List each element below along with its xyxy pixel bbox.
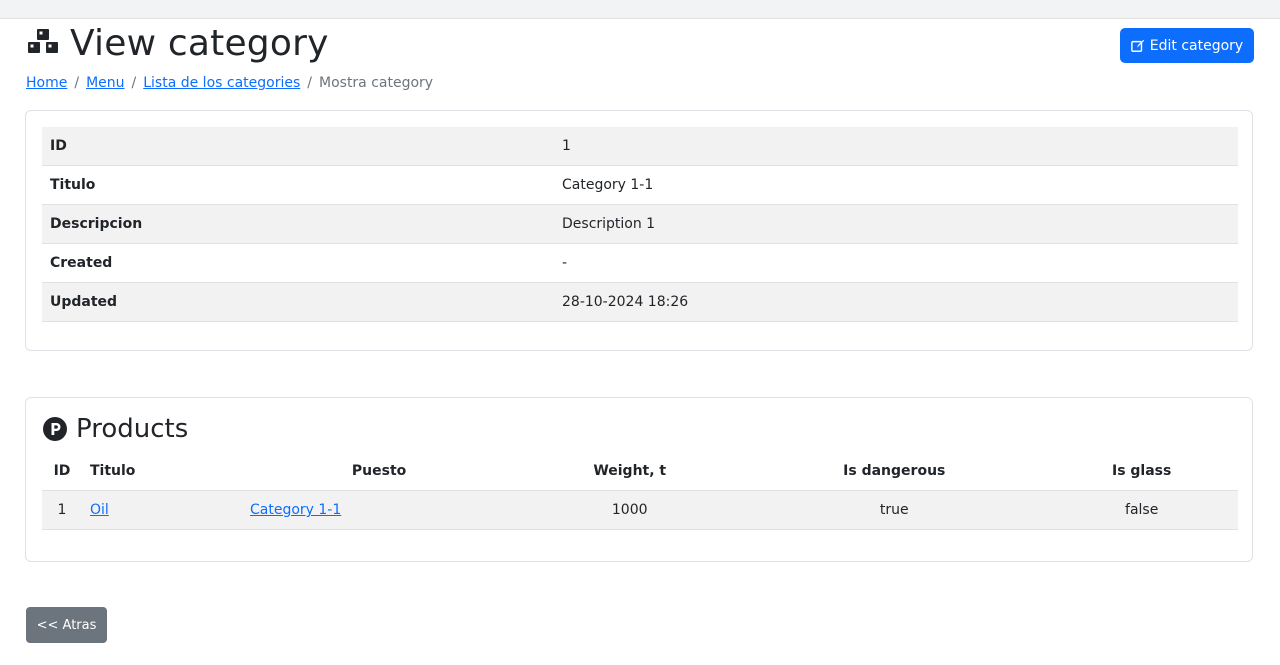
- col-header-title: Titulo: [82, 452, 242, 491]
- detail-row: Descripcion Description 1: [42, 204, 1238, 244]
- breadcrumb-separator: /: [131, 75, 137, 91]
- product-p-icon: [43, 417, 67, 441]
- detail-value: -: [554, 243, 1238, 283]
- breadcrumb-separator: /: [307, 75, 312, 91]
- table-row: 1 Oil Category 1-1 1000 true false: [42, 490, 1238, 530]
- detail-value: Description 1: [554, 204, 1238, 244]
- product-id: 1: [42, 490, 82, 530]
- breadcrumb: Home / Menu / Lista de los categories / …: [26, 75, 433, 91]
- detail-row: ID 1: [42, 127, 1238, 166]
- detail-label: Descripcion: [42, 204, 554, 244]
- back-button[interactable]: << Atras: [26, 607, 107, 643]
- product-category-link[interactable]: Category 1-1: [250, 502, 341, 518]
- breadcrumb-menu[interactable]: Menu: [86, 75, 124, 91]
- detail-value: Category 1-1: [554, 165, 1238, 205]
- detail-value: 1: [554, 127, 1238, 166]
- edit-category-button[interactable]: Edit category: [1120, 28, 1254, 63]
- category-details-card: ID 1 Titulo Category 1-1 Descripcion Des…: [25, 110, 1253, 351]
- col-header-glass: Is glass: [1045, 452, 1238, 491]
- products-card: Products ID Titulo Puesto Weight, t Is d…: [25, 397, 1253, 562]
- edit-category-label: Edit category: [1149, 37, 1244, 54]
- col-header-puesto: Puesto: [242, 452, 517, 491]
- detail-label: ID: [42, 127, 554, 166]
- detail-row: Titulo Category 1-1: [42, 165, 1238, 205]
- breadcrumb-current: Mostra category: [319, 75, 434, 91]
- cubes-icon: [28, 29, 58, 53]
- product-weight: 1000: [516, 490, 744, 530]
- detail-label: Created: [42, 243, 554, 283]
- edit-icon: [1130, 39, 1144, 52]
- breadcrumb-categories-list[interactable]: Lista de los categories: [143, 75, 300, 91]
- detail-row: Created -: [42, 243, 1238, 283]
- products-header-row: ID Titulo Puesto Weight, t Is dangerous …: [42, 452, 1238, 491]
- product-glass: false: [1045, 490, 1238, 530]
- products-heading: Products: [42, 414, 188, 444]
- col-header-dangerous: Is dangerous: [743, 452, 1046, 491]
- col-header-weight: Weight, t: [516, 452, 744, 491]
- products-title: Products: [76, 414, 189, 444]
- browser-top-strip: [0, 0, 1280, 19]
- category-details-table: ID 1 Titulo Category 1-1 Descripcion Des…: [42, 127, 1238, 322]
- page-heading: View category: [70, 23, 329, 64]
- product-dangerous: true: [743, 490, 1046, 530]
- detail-label: Titulo: [42, 165, 554, 205]
- breadcrumb-separator: /: [74, 75, 80, 91]
- detail-row: Updated 28-10-2024 18:26: [42, 282, 1238, 322]
- detail-label: Updated: [42, 282, 554, 322]
- col-header-id: ID: [42, 452, 82, 491]
- products-table: ID Titulo Puesto Weight, t Is dangerous …: [42, 452, 1238, 530]
- page-title: View category: [26, 24, 329, 64]
- breadcrumb-home[interactable]: Home: [26, 75, 67, 91]
- detail-value: 28-10-2024 18:26: [554, 282, 1238, 322]
- product-title-link[interactable]: Oil: [90, 502, 109, 518]
